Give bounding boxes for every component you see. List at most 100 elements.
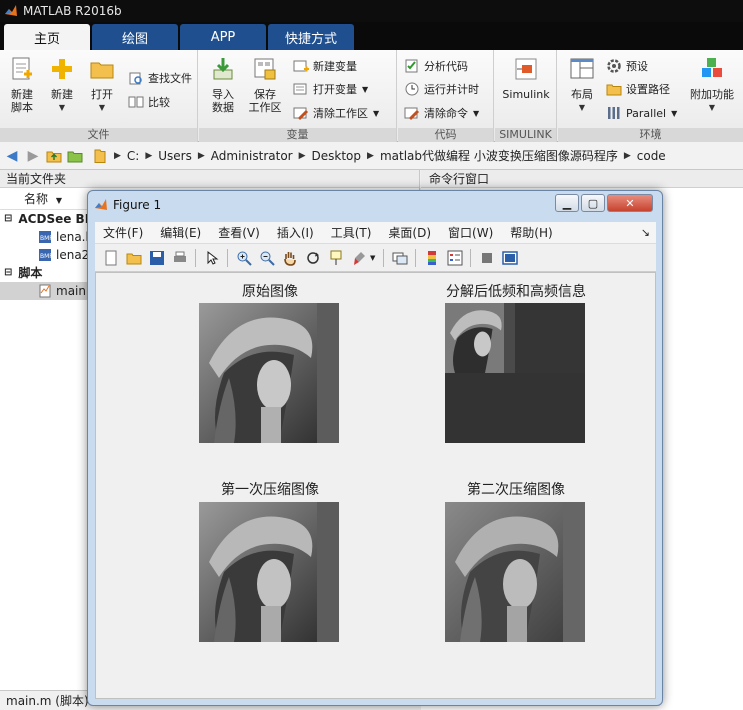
ribbon-group-simulink: Simulink SIMULINK — [495, 50, 557, 142]
add-ons-button[interactable]: 附加功能 ▼ — [686, 54, 738, 114]
save-workspace-icon — [254, 58, 276, 80]
collapse-icon[interactable]: ⊟ — [4, 210, 12, 228]
breadcrumb-separator: ▶ — [197, 150, 205, 161]
layout-label: 布局 — [571, 88, 593, 101]
import-data-icon — [213, 58, 233, 80]
open-button[interactable]: 打开 ▼ — [80, 54, 124, 114]
clear-commands-button[interactable]: 清除命令 ▼ — [404, 103, 479, 123]
chevron-down-icon: ▼ — [671, 108, 678, 118]
menu-edit[interactable]: 编辑(E) — [160, 224, 201, 241]
maximize-button[interactable]: ▢ — [581, 194, 605, 212]
rotate-3d-icon[interactable] — [304, 249, 322, 267]
save-workspace-button[interactable]: 保存 工作区 — [243, 54, 287, 114]
find-files-button[interactable]: 查找文件 — [128, 68, 192, 88]
gear-icon — [607, 59, 621, 73]
root-folder-icon[interactable] — [91, 147, 109, 165]
zoom-out-icon[interactable] — [258, 249, 276, 267]
breadcrumb-item[interactable]: Administrator — [211, 149, 293, 163]
tab-home[interactable]: 主页 — [4, 24, 90, 50]
tab-plots[interactable]: 绘图 — [92, 24, 178, 50]
save-workspace-label: 保存 工作区 — [248, 88, 282, 114]
import-data-button[interactable]: 导入 数据 — [201, 54, 245, 114]
open-file-icon[interactable] — [125, 249, 143, 267]
chevron-down-icon: ▼ — [473, 108, 480, 118]
breadcrumb-item[interactable]: code — [637, 149, 666, 163]
new-script-label: 新建 脚本 — [11, 88, 33, 114]
new-button[interactable]: 新建 ▼ — [40, 54, 84, 114]
data-cursor-icon[interactable] — [327, 249, 345, 267]
menu-view[interactable]: 查看(V) — [218, 224, 260, 241]
legend-icon[interactable] — [446, 249, 464, 267]
plot-title: 第一次压缩图像 — [221, 482, 319, 498]
plus-icon — [52, 59, 72, 79]
menu-help[interactable]: 帮助(H) — [510, 224, 552, 241]
simulink-button[interactable]: Simulink — [498, 54, 554, 101]
hide-plot-tools-icon[interactable] — [478, 249, 496, 267]
new-variable-icon — [293, 60, 309, 72]
figure-canvas: 原始图像 分解后低频和高频信息 第一次压缩图像 第二次压缩图像 — [95, 272, 656, 699]
parallel-button[interactable]: Parallel ▼ — [606, 103, 677, 123]
new-figure-icon[interactable] — [102, 249, 120, 267]
menu-insert[interactable]: 插入(I) — [277, 224, 314, 241]
sort-down-icon: ▼ — [55, 196, 62, 205]
menu-window[interactable]: 窗口(W) — [448, 224, 493, 241]
breadcrumb-item[interactable]: C: — [127, 149, 139, 163]
zoom-in-icon[interactable] — [235, 249, 253, 267]
menu-tools[interactable]: 工具(T) — [331, 224, 372, 241]
new-variable-button[interactable]: 新建变量 — [293, 56, 357, 76]
colorbar-icon[interactable] — [423, 249, 441, 267]
select-arrow-icon[interactable] — [203, 249, 221, 267]
preferences-button[interactable]: 预设 — [606, 56, 648, 76]
forward-arrow-icon[interactable]: ▶ — [24, 147, 42, 165]
minimize-button[interactable]: ▁ — [555, 194, 579, 212]
breadcrumb-item[interactable]: Users — [158, 149, 192, 163]
layout-button[interactable]: 布局 ▼ — [560, 54, 604, 114]
link-plot-icon[interactable] — [391, 249, 409, 267]
original-image — [199, 303, 339, 443]
find-files-label: 查找文件 — [148, 72, 192, 85]
dock-arrow-icon[interactable]: ↘ — [641, 226, 650, 239]
up-folder-icon[interactable] — [45, 147, 63, 165]
new-script-button[interactable]: 新建 脚本 — [0, 54, 44, 114]
window-title: MATLAB R2016b — [23, 4, 122, 18]
show-plot-tools-icon[interactable] — [501, 249, 519, 267]
menu-file[interactable]: 文件(F) — [103, 224, 143, 241]
analyze-code-button[interactable]: 分析代码 — [404, 56, 468, 76]
bmp-file-icon: BMP — [39, 249, 52, 261]
print-icon[interactable] — [171, 249, 189, 267]
toolbar-separator — [227, 248, 228, 267]
chevron-down-icon: ▼ — [98, 103, 106, 112]
file-name: lena2 — [56, 248, 90, 262]
script-file-icon — [39, 284, 51, 298]
first-compressed-image — [199, 502, 339, 642]
brush-icon[interactable] — [350, 249, 368, 267]
figure-window: Figure 1 ▁ ▢ ✕ 文件(F) 编辑(E) 查看(V) 插入(I) 工… — [87, 190, 663, 706]
close-button[interactable]: ✕ — [607, 194, 653, 212]
new-variable-label: 新建变量 — [313, 60, 357, 73]
chevron-down-icon[interactable]: ▼ — [370, 254, 375, 262]
save-icon[interactable] — [148, 249, 166, 267]
menu-desktop[interactable]: 桌面(D) — [388, 224, 431, 241]
run-and-time-button[interactable]: 运行并计时 — [404, 79, 479, 99]
chevron-down-icon: ▼ — [708, 103, 716, 112]
breadcrumb-item[interactable]: matlab代做编程 小波变换压缩图像源码程序 — [380, 147, 618, 164]
clear-workspace-icon — [293, 107, 309, 121]
set-path-button[interactable]: 设置路径 — [606, 79, 670, 99]
set-path-label: 设置路径 — [626, 83, 670, 96]
back-arrow-icon[interactable]: ◀ — [3, 147, 21, 165]
ribbon-toolstrip: 新建 脚本 新建 ▼ 打开 ▼ 查找文件 比较 文件 导入 数据 保存 工作区 … — [0, 50, 743, 142]
browse-folder-icon[interactable] — [66, 147, 84, 165]
open-variable-button[interactable]: 打开变量 ▼ — [293, 79, 368, 99]
breadcrumb-item[interactable]: Desktop — [312, 149, 362, 163]
compare-button[interactable]: 比较 — [128, 92, 170, 112]
pan-hand-icon[interactable] — [281, 249, 299, 267]
collapse-icon[interactable]: ⊟ — [4, 264, 12, 282]
file-group-label: 脚本 — [18, 266, 43, 280]
toolbar-separator — [415, 248, 417, 267]
open-variable-icon — [293, 83, 307, 95]
figure-title-bar: Figure 1 — [94, 195, 161, 215]
clear-workspace-button[interactable]: 清除工作区 ▼ — [293, 103, 379, 123]
tab-shortcuts[interactable]: 快捷方式 — [268, 24, 354, 50]
tab-apps[interactable]: APP — [180, 24, 266, 50]
breadcrumb-separator: ▶ — [114, 150, 121, 161]
